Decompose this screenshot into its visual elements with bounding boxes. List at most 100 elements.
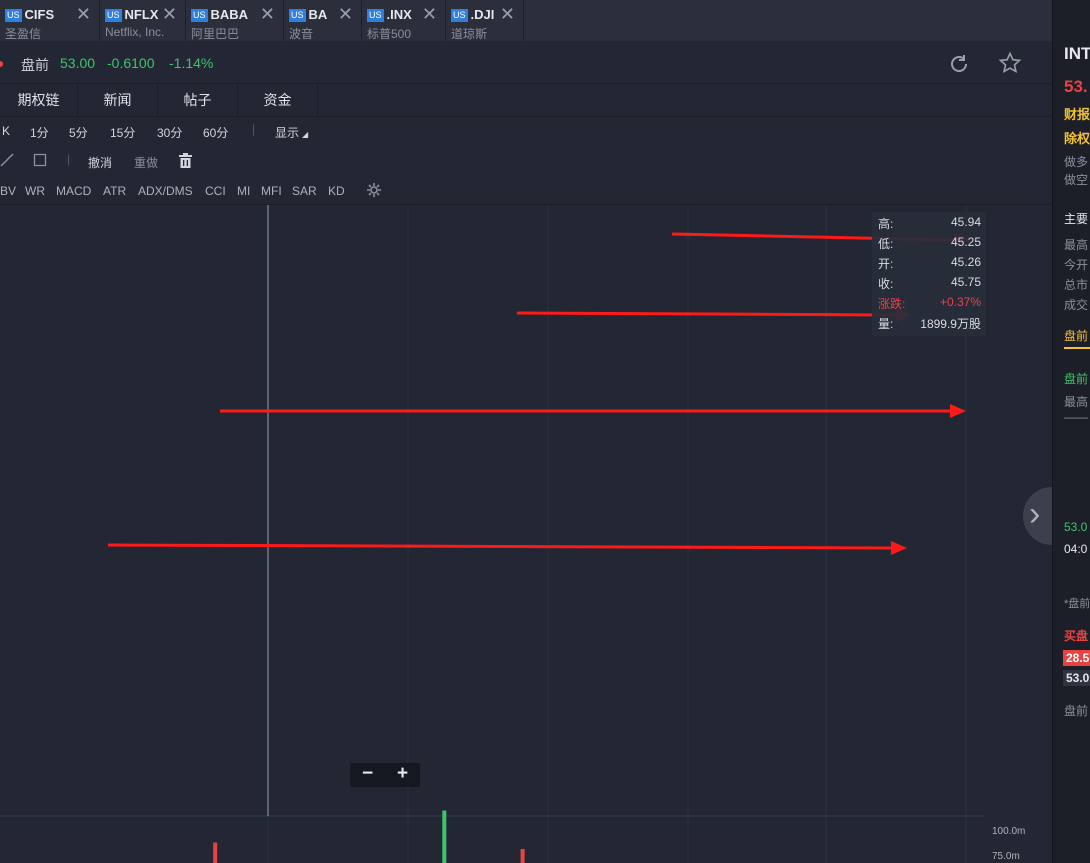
rp-long: 做多 <box>1064 155 1089 169</box>
period-30m[interactable]: 30分 <box>157 124 182 141</box>
ticker-tab-inx[interactable]: US .INX 标普500 ✕ <box>362 0 446 41</box>
tab-posts[interactable]: 帖子 <box>158 84 238 117</box>
ticker-tab-baba[interactable]: US BABA 阿里巴巴 ✕ <box>186 0 284 41</box>
ticker-tab-dji[interactable]: US .DJI 道琼斯 ✕ <box>446 0 524 41</box>
rp-footer: 盘前 <box>1064 704 1089 718</box>
tooltip-high: 45.94 <box>950 215 981 229</box>
tooltip-volume: 1899.9万股 <box>920 317 981 331</box>
market-badge: US <box>5 9 22 22</box>
chevron-right-icon: › <box>1029 495 1041 533</box>
indicator-bv[interactable]: BV <box>0 184 16 198</box>
market-badge: US <box>105 9 122 22</box>
zoom-in-button[interactable]: + <box>385 763 420 787</box>
session-label: 盘前 <box>21 57 49 73</box>
market-badge: US <box>367 9 384 22</box>
ticker-symbol: .DJI <box>470 7 495 22</box>
close-icon[interactable]: ✕ <box>260 5 275 23</box>
indicator-atr[interactable]: ATR <box>103 184 126 198</box>
rp-pre-label: 盘前 <box>1064 372 1089 386</box>
gear-icon[interactable] <box>366 182 382 201</box>
ticker-name: 波音 <box>289 27 314 41</box>
indicator-macd[interactable]: MACD <box>56 184 91 198</box>
rp-price: 53. <box>1064 77 1088 96</box>
trendline-icon[interactable] <box>0 153 14 170</box>
ticker-tab-cifs[interactable]: US CIFS 圣盈信 ✕ <box>0 0 100 41</box>
rp-tab-underline <box>1064 347 1090 349</box>
period-1m[interactable]: 1分 <box>30 124 49 141</box>
annotation-arrow <box>107 543 894 550</box>
rp-pre-high: 最高 <box>1064 395 1089 409</box>
tooltip-change-label: 涨跌: <box>878 297 906 311</box>
indicator-adx[interactable]: ADX/DMS <box>138 184 193 198</box>
volume-tick-label: 75.0m <box>992 851 1020 862</box>
indicator-mfi[interactable]: MFI <box>261 184 282 198</box>
rp-short: 做空 <box>1064 173 1089 187</box>
price-change: -0.6100 <box>107 55 155 71</box>
last-price: 53.00 <box>60 55 96 71</box>
rp-tab-premarket[interactable]: 盘前 <box>1064 327 1088 344</box>
quote-bar: ● 盘前 53.00 -0.6100 -1.14% <box>0 41 1052 83</box>
close-icon[interactable]: ✕ <box>500 5 515 23</box>
market-badge: US <box>451 9 468 22</box>
zoom-out-button[interactable]: − <box>350 763 385 787</box>
volume-bar <box>442 810 447 863</box>
period-divider: | <box>252 122 256 136</box>
tab-options-chain[interactable]: 期权链 <box>0 84 78 117</box>
undo-button[interactable]: 撤消 <box>88 154 112 171</box>
ticker-name: 标普500 <box>367 27 412 41</box>
rp-earnings[interactable]: 财报 <box>1064 104 1090 123</box>
right-panel: INT 53. 财报 除权 做多 做空 主要 最高 今开 总市 成交 盘前 盘前… <box>1052 0 1090 863</box>
period-5m[interactable]: 5分 <box>69 124 88 141</box>
rp-buy-label: 买盘 <box>1064 629 1089 643</box>
rp-section: 主要 <box>1064 212 1089 226</box>
period-15m[interactable]: 15分 <box>110 124 135 141</box>
tooltip-close: 45.75 <box>950 275 981 289</box>
rp-field-cap: 总市 <box>1064 278 1089 292</box>
ticker-name: 阿里巴巴 <box>191 27 240 41</box>
tab-capital[interactable]: 资金 <box>238 84 318 117</box>
volume-tick-label: 100.0m <box>992 826 1025 837</box>
indicator-cci[interactable]: CCI <box>205 184 226 198</box>
period-k[interactable]: K <box>2 124 10 138</box>
tab-news[interactable]: 新闻 <box>78 84 158 117</box>
trash-icon[interactable] <box>179 153 192 171</box>
volume-bar <box>213 842 218 863</box>
triangle-down-icon: ◢ <box>302 130 309 139</box>
ticker-name: 圣盈信 <box>5 27 42 41</box>
close-icon[interactable]: ✕ <box>162 5 177 23</box>
ohlc-tooltip: 高: 45.94 低: 45.25 开: 45.26 收: 45.75 涨跌: +0.37… <box>872 212 986 336</box>
zoom-controls: − + <box>350 763 420 787</box>
rp-bid: 28.5 <box>1063 650 1090 666</box>
redo-button[interactable]: 重做 <box>134 154 158 171</box>
favorite-star-icon[interactable] <box>998 51 1022 78</box>
close-icon[interactable]: ✕ <box>422 5 437 23</box>
refresh-icon[interactable] <box>947 52 971 79</box>
display-menu[interactable]: 显示 ◢ <box>275 124 308 141</box>
indicator-wr[interactable]: WR <box>25 184 45 198</box>
tooltip-open: 45.26 <box>950 255 981 269</box>
ticker-tab-nflx[interactable]: US NFLX Netflix, Inc. ✕ <box>100 0 186 41</box>
indicator-kd[interactable]: KD <box>328 184 345 198</box>
indicator-bar: BV WR MACD ATR ADX/DMS CCI MI MFI SAR KD <box>0 177 1052 205</box>
ticker-tab-ba[interactable]: US BA 波音 ✕ <box>284 0 362 41</box>
annotation-arrowhead <box>891 541 907 555</box>
tooltip-change: +0.37% <box>939 295 981 309</box>
ticker-symbol: BA <box>308 7 328 22</box>
period-60m[interactable]: 60分 <box>203 124 228 141</box>
indicator-sar[interactable]: SAR <box>292 184 317 198</box>
rp-pre-price: 53.0 <box>1064 520 1088 534</box>
rectangle-icon[interactable] <box>33 153 47 170</box>
rp-dash: —— <box>1064 410 1088 424</box>
price-change-pct: -1.14% <box>169 55 214 71</box>
ticker-symbol: .INX <box>386 7 412 22</box>
market-badge: US <box>289 9 306 22</box>
indicator-mi[interactable]: MI <box>237 184 250 198</box>
period-selector: K 1分 5分 15分 30分 60分 | 显示 ◢ <box>0 117 1052 145</box>
rp-exdiv[interactable]: 除权 <box>1064 128 1090 147</box>
close-icon[interactable]: ✕ <box>76 5 91 23</box>
annotation-arrow <box>516 311 899 317</box>
market-status-dot: ● <box>0 55 5 71</box>
annotation-arrowhead <box>950 404 966 418</box>
close-icon[interactable]: ✕ <box>338 5 353 23</box>
ticker-tabs: US CIFS 圣盈信 ✕ US NFLX Netflix, Inc. ✕ US BABA 阿里巴巴… <box>0 0 1052 41</box>
